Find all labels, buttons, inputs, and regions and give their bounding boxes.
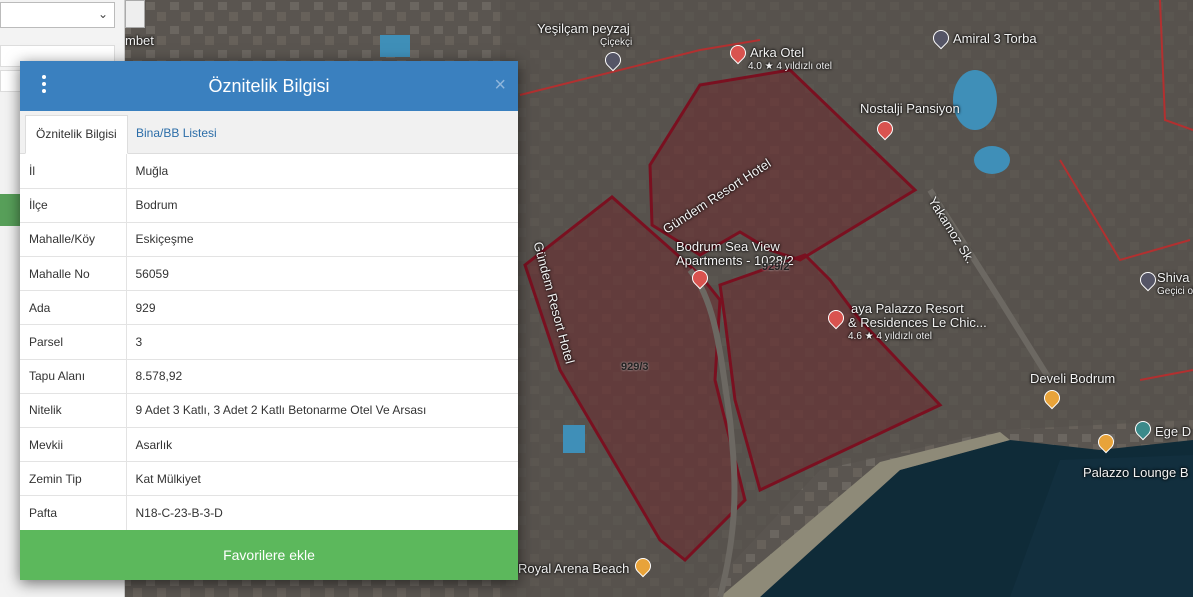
- map-label-yesilcam: Yeşilçam peyzaj: [537, 21, 630, 36]
- chevron-down-icon: ⌄: [97, 7, 108, 21]
- map-label-amiral: Amiral 3 Torba: [953, 31, 1037, 46]
- dialog-tabs: Öznitelik Bilgisi Bina/BB Listesi: [20, 111, 518, 154]
- map-zoom-control[interactable]: [125, 0, 145, 28]
- map-label-palazzo-2: & Residences Le Chic...: [848, 315, 987, 330]
- attribute-key: Parsel: [20, 324, 127, 360]
- attribute-value: 929: [126, 290, 518, 326]
- close-icon[interactable]: ×: [494, 75, 506, 95]
- table-row: Nitelik 9 Adet 3 Katlı, 3 Adet 2 Katlı B…: [20, 393, 518, 429]
- attribute-value: 9 Adet 3 Katlı, 3 Adet 2 Katlı Betonarme…: [126, 393, 518, 429]
- map-label-royal-arena: Royal Arena Beach: [518, 561, 630, 576]
- map-label-palazzo: aya Palazzo Resort: [851, 301, 964, 316]
- table-row: Mevkii Asarlık: [20, 427, 518, 463]
- map-label-palazzo-lounge: Palazzo Lounge B: [1083, 465, 1189, 480]
- map-label-shiva: Shiva: [1157, 270, 1190, 285]
- table-row: Ada 929: [20, 290, 518, 326]
- attribute-value: Eskiçeşme: [126, 222, 518, 258]
- table-row: İl Muğla: [20, 154, 518, 189]
- dialog-title: Öznitelik Bilgisi: [208, 76, 330, 96]
- attribute-key: Tapu Alanı: [20, 359, 127, 394]
- map-label-cicekci: Çiçekçi: [600, 37, 633, 48]
- map-label-shiva-sub: Geçici ol: [1157, 286, 1193, 297]
- table-row: Tapu Alanı 8.578,92: [20, 359, 518, 394]
- attribute-key: İlçe: [20, 188, 127, 223]
- attribute-key: Ada: [20, 290, 127, 326]
- table-row: İlçe Bodrum: [20, 188, 518, 223]
- attribute-key: Pafta: [20, 495, 127, 531]
- parcel-label-929-3: 929/3: [621, 361, 649, 373]
- attribute-value: 3: [126, 324, 518, 360]
- add-to-favorites-button[interactable]: Favorilere ekle: [20, 530, 518, 580]
- attribute-key: Mevkii: [20, 427, 127, 463]
- attribute-key: Mahalle/Köy: [20, 222, 127, 258]
- attribute-value: 56059: [126, 256, 518, 292]
- table-row: Parsel 3: [20, 324, 518, 360]
- map-label-develi: Develi Bodrum: [1030, 371, 1116, 386]
- table-row: Zemin Tip Kat Mülkiyet: [20, 461, 518, 497]
- attribute-value: Asarlık: [126, 427, 518, 463]
- panel-green-button[interactable]: [0, 194, 20, 226]
- attribute-key: İl: [20, 154, 127, 189]
- table-row: Pafta N18-C-23-B-3-D: [20, 495, 518, 531]
- attribute-value: Kat Mülkiyet: [126, 461, 518, 497]
- attribute-key: Zemin Tip: [20, 461, 127, 497]
- map-label-arka-otel: Arka Otel: [750, 45, 805, 60]
- map-label-palazzo-rating: 4.6 ★ 4 yıldızlı otel: [848, 331, 933, 342]
- tab-building-list[interactable]: Bina/BB Listesi: [126, 115, 227, 154]
- map-label-bodrum-sea-view: Bodrum Sea View: [676, 239, 780, 254]
- table-row: Mahalle No 56059: [20, 256, 518, 292]
- parcel-label-929-2: 929/2: [762, 261, 790, 273]
- attribute-value: Bodrum: [126, 188, 518, 223]
- attribute-value: Muğla: [126, 154, 518, 189]
- attribute-table: İl Muğla İlçe Bodrum Mahalle/Köy Eskiçeş…: [20, 154, 518, 531]
- map-label-nostalji: Nostalji Pansiyon: [860, 101, 960, 116]
- attribute-value: N18-C-23-B-3-D: [126, 495, 518, 531]
- layer-select[interactable]: ⌄: [0, 2, 115, 28]
- dialog-header: Öznitelik Bilgisi ×: [20, 61, 518, 111]
- map-label-arka-otel-rating: 4.0 ★ 4 yıldızlı otel: [748, 61, 833, 72]
- map-label-ege: Ege D: [1155, 424, 1192, 439]
- table-row: Mahalle/Köy Eskiçeşme: [20, 222, 518, 258]
- attribute-key: Mahalle No: [20, 256, 127, 292]
- attribute-info-dialog: Öznitelik Bilgisi × Öznitelik Bilgisi Bi…: [20, 61, 518, 580]
- tab-attribute-info[interactable]: Öznitelik Bilgisi: [25, 115, 128, 154]
- attribute-value: 8.578,92: [126, 359, 518, 394]
- attribute-key: Nitelik: [20, 393, 127, 429]
